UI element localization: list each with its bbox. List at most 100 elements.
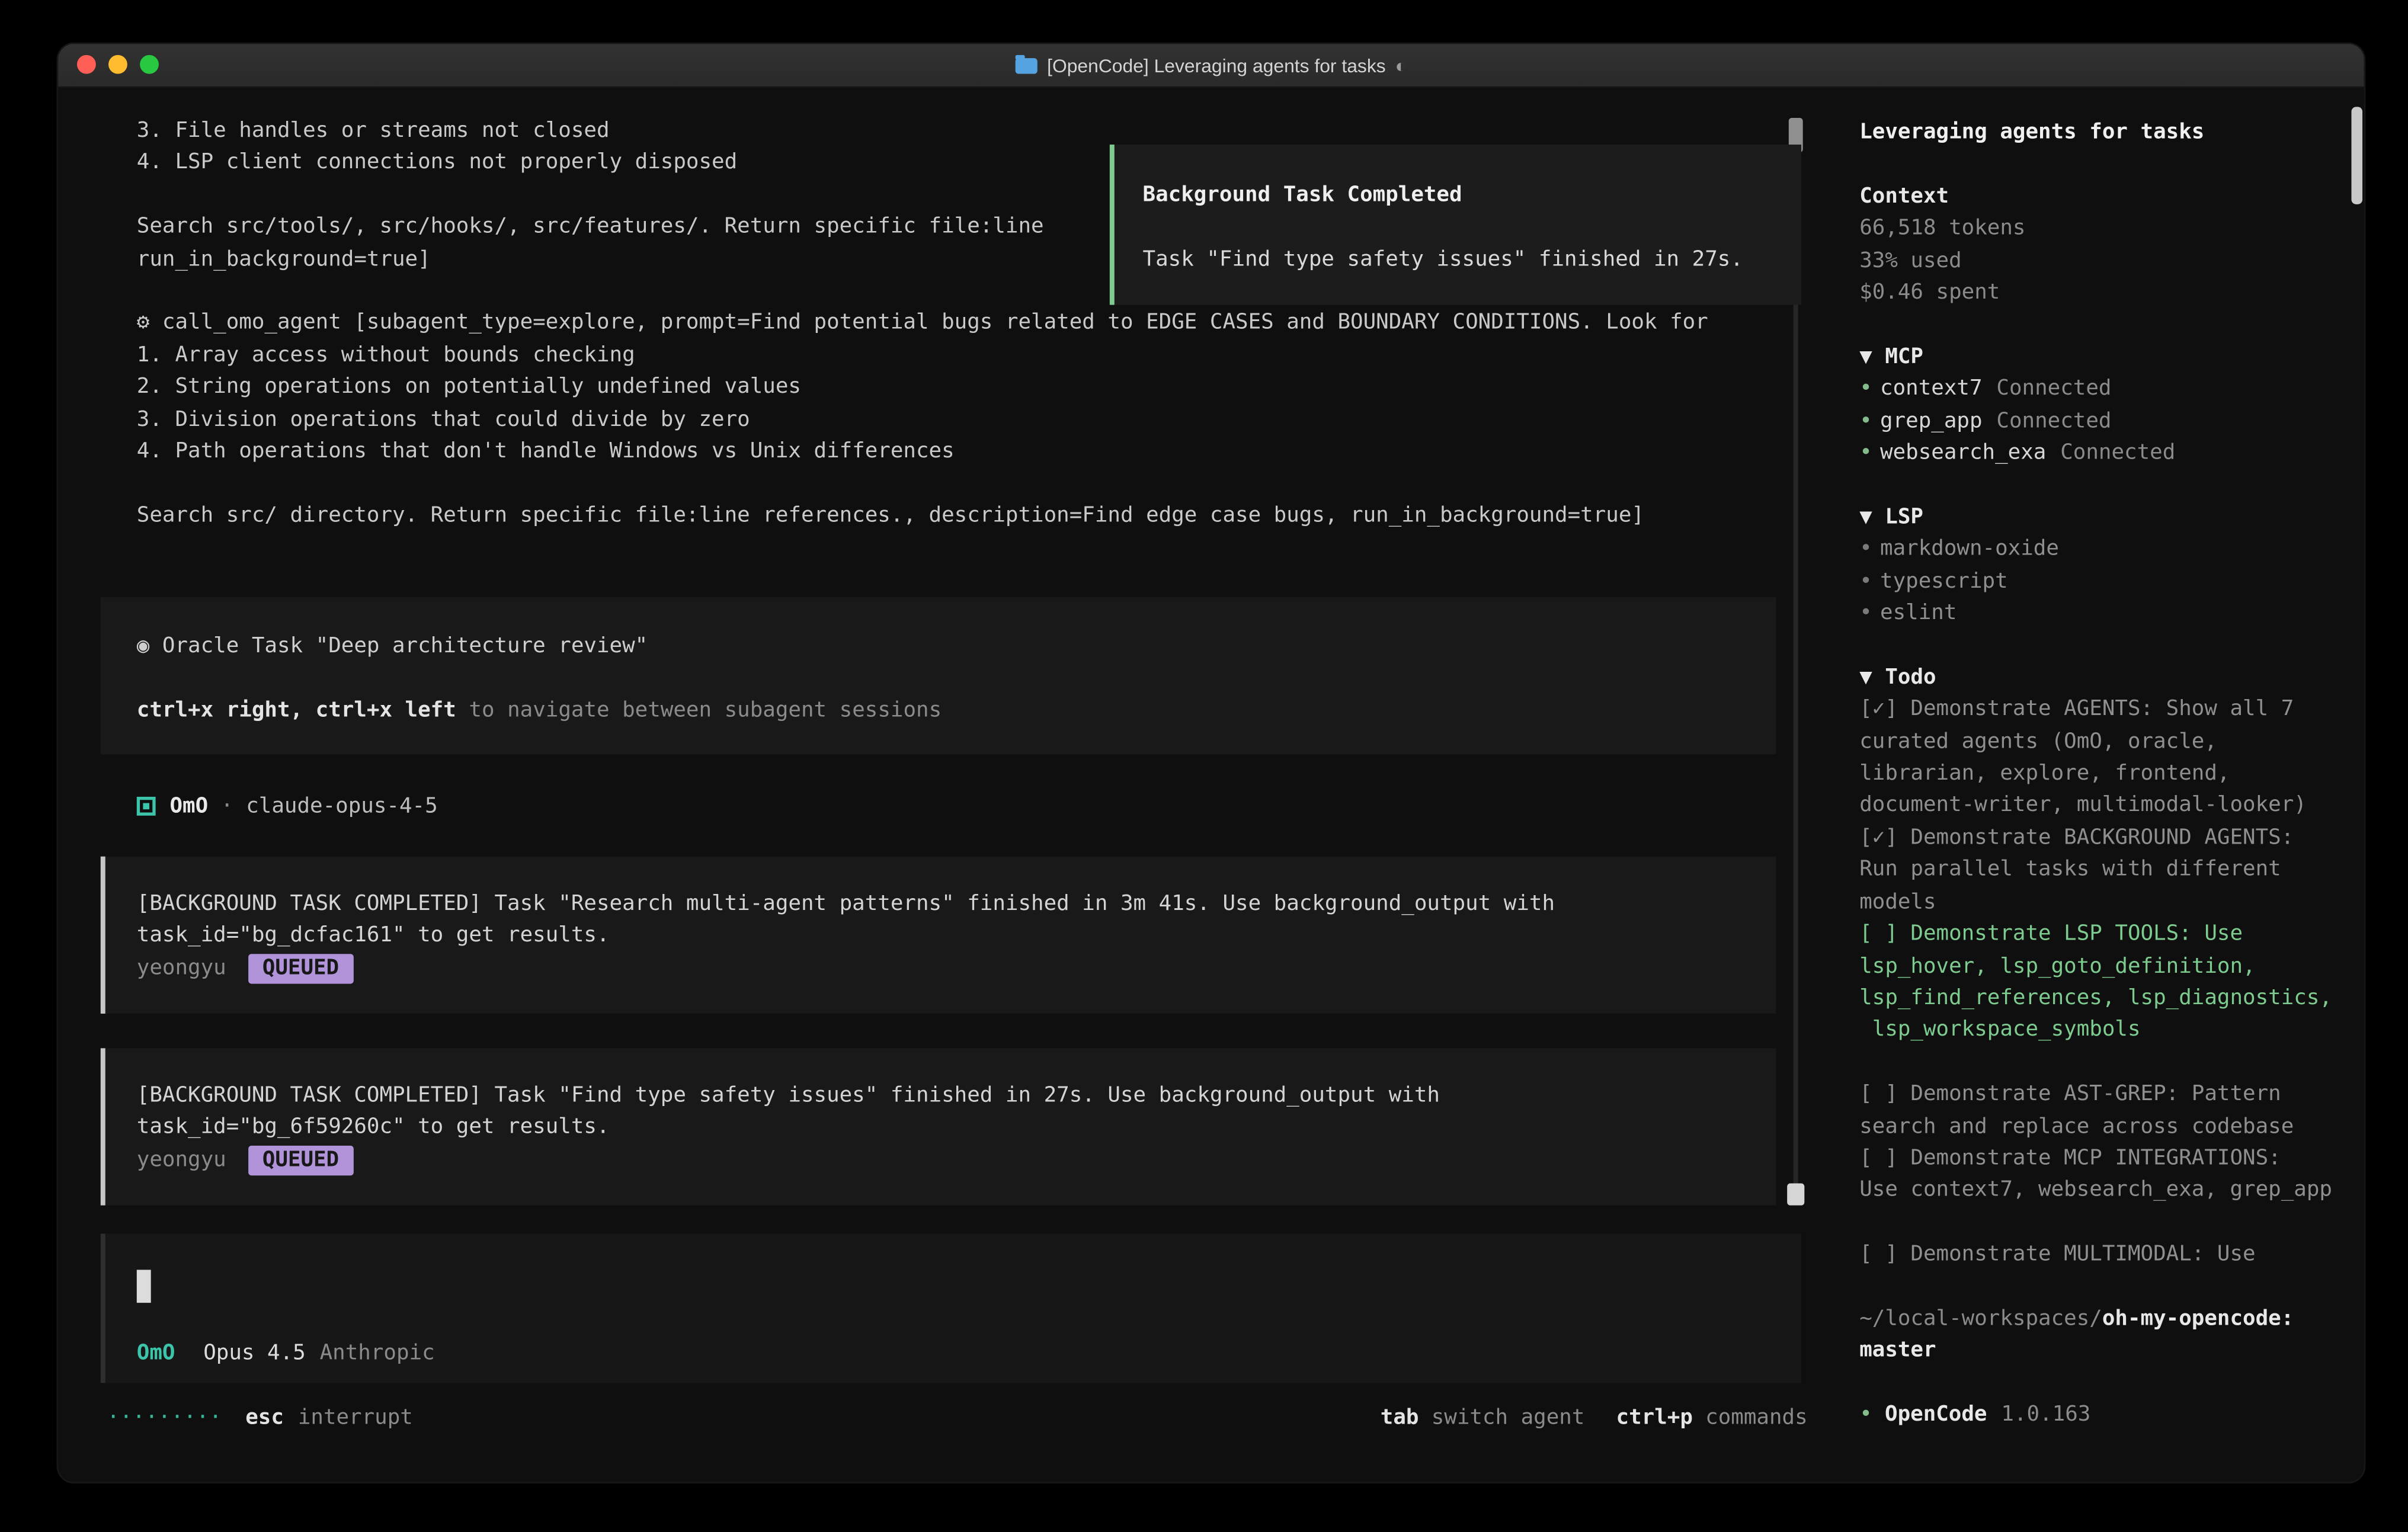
todo-section-heading[interactable]: ▼ Todo: [1859, 661, 2348, 693]
window-titlebar[interactable]: [OpenCode] Leveraging agents for tasks◐: [58, 44, 2364, 88]
opencode-version-line: •OpenCode1.0.163: [1859, 1399, 2348, 1431]
ctrlp-key-hint: ctrl+p: [1616, 1402, 1693, 1434]
queued-badge: QUEUED: [248, 953, 353, 983]
text-line: 3. File handles or streams not closed: [137, 115, 1708, 147]
message-meta: yeongyu QUEUED: [137, 952, 1776, 984]
text-line: lsp_workspace_symbols: [1859, 1014, 2348, 1046]
toast-body: Task "Find type safety issues" finished …: [1143, 243, 1801, 275]
separator-dot: ·: [220, 790, 233, 822]
hint-text: to navigate between subagent sessions: [456, 697, 942, 722]
input-provider-name: Anthropic: [320, 1337, 435, 1369]
lsp-item-markdown-oxide: •markdown-oxide: [1859, 533, 2348, 565]
text-line: Run parallel tasks with different: [1859, 854, 2348, 886]
session-sidebar: Leveraging agents for tasks Context 66,5…: [1839, 86, 2364, 1482]
ctrlp-key-label: commands: [1705, 1402, 1808, 1434]
loading-indicator-icon: ◐: [1395, 55, 1407, 76]
todo-pending-item-multimodal: [ ] Demonstrate MULTIMODAL: Use: [1859, 1239, 2348, 1271]
message-text: task_id="bg_6f59260c" to get results.: [137, 1112, 1776, 1144]
message-text: [BACKGROUND TASK COMPLETED] Task "Find t…: [137, 1079, 1776, 1111]
text-line: Use context7, websearch_exa, grep_app: [1859, 1174, 2348, 1206]
todo-active-item: [ ] Demonstrate LSP TOOLS: Uselsp_hover,…: [1859, 918, 2348, 1046]
input-meta: OmO Opus 4.5 Anthropic: [137, 1337, 435, 1369]
text-cursor: [137, 1270, 151, 1303]
text-line: [ ] Demonstrate AST-GREP: Pattern: [1859, 1078, 2348, 1110]
mcp-item-context7: •context7Connected: [1859, 373, 2348, 405]
text-line: 3. Division operations that could divide…: [137, 403, 1708, 435]
terminal-window: [OpenCode] Leveraging agents for tasks◐ …: [58, 44, 2364, 1482]
text-line: 1. Array access without bounds checking: [137, 339, 1708, 371]
agent-model: claude-opus-4-5: [246, 790, 437, 822]
text-line: models: [1859, 886, 2348, 918]
todo-done-items: [✓] Demonstrate AGENTS: Show all 7curate…: [1859, 694, 2348, 918]
status-left: ········· esc interrupt: [107, 1402, 412, 1434]
message-author: yeongyu: [137, 1144, 226, 1176]
window-title: [OpenCode] Leveraging agents for tasks◐: [58, 44, 2364, 86]
text-line: Search src/ directory. Return specific f…: [137, 499, 1708, 531]
text-line: [137, 467, 1708, 499]
tab-key-hint: tab: [1381, 1402, 1419, 1434]
message-text: [BACKGROUND TASK COMPLETED] Task "Resear…: [137, 888, 1776, 920]
context-tokens: 66,518 tokens: [1859, 213, 2348, 245]
text-line: lsp_hover, lsp_goto_definition,: [1859, 950, 2348, 982]
queued-message: [BACKGROUND TASK COMPLETED] Task "Find t…: [101, 1048, 1776, 1205]
message-meta: yeongyu QUEUED: [137, 1144, 1776, 1176]
bullet-icon: •: [1859, 373, 1872, 405]
agent-header: OmO · claude-opus-4-5: [137, 790, 438, 822]
session-title: Leveraging agents for tasks: [1859, 116, 2348, 148]
main-scrollbar-thumb[interactable]: [1787, 1184, 1804, 1206]
toast-title: Background Task Completed: [1143, 179, 1801, 211]
esc-key-label: interrupt: [298, 1402, 413, 1434]
tab-key-label: switch agent: [1432, 1402, 1585, 1434]
context-heading: Context: [1859, 181, 2348, 213]
status-right: tab switch agent ctrl+p commands: [1381, 1402, 1808, 1434]
text-line: document-writer, multimodal-looker): [1859, 790, 2348, 822]
bullet-icon: •: [1859, 597, 1872, 629]
bullet-icon: •: [1859, 405, 1872, 437]
prompt-input[interactable]: OmO Opus 4.5 Anthropic: [101, 1233, 1801, 1383]
text-line: 2. String operations on potentially unde…: [137, 371, 1708, 403]
bullet-icon: •: [1859, 1399, 1872, 1431]
text-line: lsp_find_references, lsp_diagnostics,: [1859, 982, 2348, 1014]
desktop: [OpenCode] Leveraging agents for tasks◐ …: [0, 0, 2408, 1532]
bullet-icon: •: [1859, 533, 1872, 565]
text-line: [✓] Demonstrate AGENTS: Show all 7: [1859, 694, 2348, 726]
text-line: ⚙ call_omo_agent [subagent_type=explore,…: [137, 307, 1708, 339]
message-text: task_id="bg_dcfac161" to get results.: [137, 920, 1776, 952]
text-line: [ ] Demonstrate MCP INTEGRATIONS:: [1859, 1142, 2348, 1174]
lsp-item-eslint: •eslint: [1859, 597, 2348, 629]
agent-name: OmO: [169, 790, 208, 822]
folder-icon: [1016, 57, 1038, 73]
text-line: curated agents (OmO, oracle,: [1859, 726, 2348, 758]
mcp-section-heading[interactable]: ▼ MCP: [1859, 341, 2348, 373]
mcp-item-grep-app: •grep_appConnected: [1859, 405, 2348, 437]
lsp-item-typescript: •typescript: [1859, 565, 2348, 597]
status-bar: ········· esc interrupt tab switch agent…: [107, 1402, 1807, 1434]
oracle-task-panel[interactable]: ◉ Oracle Task "Deep architecture review"…: [101, 597, 1776, 754]
queued-message: [BACKGROUND TASK COMPLETED] Task "Resear…: [101, 857, 1776, 1014]
bullet-icon: •: [1859, 565, 1872, 597]
text-line: [✓] Demonstrate BACKGROUND AGENTS:: [1859, 822, 2348, 854]
sidebar-scrollbar-thumb[interactable]: [2351, 107, 2362, 204]
spinner-icon: ·········: [107, 1402, 222, 1434]
input-agent-name: OmO: [137, 1337, 175, 1369]
context-spent: $0.46 spent: [1859, 277, 2348, 309]
text-line: 4. Path operations that don't handle Win…: [137, 435, 1708, 467]
todo-pending-items: [ ] Demonstrate AST-GREP: Patternsearch …: [1859, 1078, 2348, 1207]
queued-badge: QUEUED: [248, 1145, 353, 1175]
message-author: yeongyu: [137, 952, 226, 984]
mcp-item-websearch-exa: •websearch_exaConnected: [1859, 437, 2348, 469]
input-model-name: Opus 4.5: [203, 1337, 306, 1369]
chat-main: 3. File handles or streams not closed 4. …: [58, 86, 1839, 1482]
bullet-icon: •: [1859, 437, 1872, 469]
text-line: [ ] Demonstrate LSP TOOLS: Use: [1859, 918, 2348, 950]
subagent-nav-hint: ctrl+x right, ctrl+x left to navigate be…: [137, 694, 1776, 726]
hint-keys: ctrl+x right, ctrl+x left: [137, 697, 456, 722]
background-task-toast[interactable]: Background Task Completed Task "Find typ…: [1110, 145, 1801, 305]
text-line: librarian, explore, frontend,: [1859, 758, 2348, 790]
esc-key-hint: esc: [245, 1402, 284, 1434]
oracle-task-heading: ◉ Oracle Task "Deep architecture review": [137, 630, 1776, 662]
text-line: search and replace across codebase: [1859, 1110, 2348, 1142]
workspace-path: ~/local-workspaces/oh-my-opencode:: [1859, 1303, 2348, 1335]
context-used: 33% used: [1859, 245, 2348, 277]
lsp-section-heading[interactable]: ▼ LSP: [1859, 501, 2348, 533]
